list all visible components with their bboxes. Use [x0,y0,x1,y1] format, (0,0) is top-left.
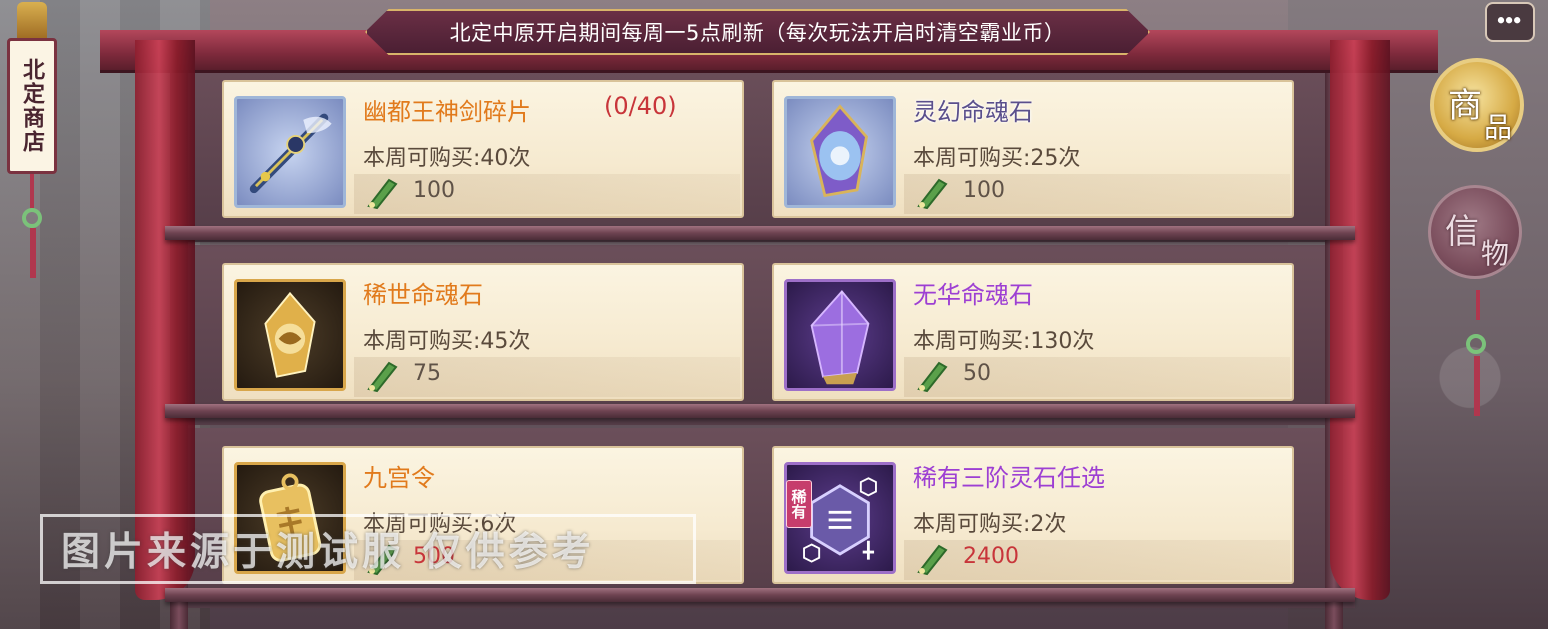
item-price: 50 [963,361,991,386]
shelf-board-2 [165,404,1355,418]
sign-cap-ornament [17,2,47,40]
watermark-overlay: 图片来源于测试服 仅供参考 [40,514,696,584]
item-price: 2400 [963,544,1019,569]
shop-sign-title: 北定商店 [19,58,45,154]
shop-item-card[interactable]: 灵幻命魂石 本周可购买:25次 100 [772,80,1294,218]
item-collect-count: (0/40) [604,92,677,120]
tab-goods-char1: 商 [1448,86,1482,126]
shop-item-card[interactable]: 幽都王神剑碎片 (0/40) 本周可购买:40次 100 [222,80,744,218]
curtain-right [1330,40,1390,600]
tab-tassel [1474,356,1480,416]
item-price: 100 [413,178,455,203]
purple-soul-stone-icon [784,279,896,391]
gold-soul-stone-icon [234,279,346,391]
item-price: 75 [413,361,441,386]
item-name: 幽都王神剑碎片 [363,98,531,126]
price-strip [904,174,1290,214]
blue-soul-stone-icon [784,96,896,208]
jade-ring-ornament [22,208,42,228]
tab-jade-ring-ornament [1466,334,1486,354]
chat-bubble-icon [1497,17,1521,24]
item-name: 灵幻命魂石 [913,98,1033,126]
item-price: 100 [963,178,1005,203]
chat-button[interactable] [1485,2,1535,42]
weekly-purchase-limit: 本周可购买:40次 [363,146,531,171]
jade-token-currency-icon [367,361,398,393]
weekly-purchase-limit: 本周可购买:25次 [913,146,1081,171]
price-strip [904,540,1290,580]
refresh-notice-banner: 北定中原开启期间每周一5点刷新（每次玩法开启时清空霸业币） [365,9,1150,55]
shop-item-card[interactable]: 稀世命魂石 本周可购买:45次 75 [222,263,744,401]
tab-tokens-char2: 物 [1481,237,1510,270]
weekly-purchase-limit: 本周可购买:130次 [913,329,1095,354]
tab-goods-char2: 品 [1484,111,1513,144]
tab-tassel-cord [1476,290,1480,320]
item-name: 无华命魂石 [913,281,1033,309]
tab-tokens[interactable]: 信 物 [1428,185,1522,279]
item-name: 九宫令 [363,464,435,492]
weekly-purchase-limit: 本周可购买:45次 [363,329,531,354]
sign-tassel [30,228,36,278]
sword-fragment-icon [234,96,346,208]
price-strip [354,357,740,397]
item-name: 稀世命魂石 [363,281,483,309]
sign-tassel-cord [30,174,34,210]
tab-goods[interactable]: 商 品 [1430,58,1524,152]
jade-token-currency-icon [917,361,948,393]
price-strip [904,357,1290,397]
shop-item-card[interactable]: 稀有三阶灵石任选 本周可购买:2次 2400 [772,446,1294,584]
jade-token-currency-icon [917,544,948,576]
shop-item-card[interactable]: 无华命魂石 本周可购买:130次 50 [772,263,1294,401]
rare-badge: 稀有 [786,480,812,528]
tab-tokens-char1: 信 [1445,212,1479,252]
shelf-board-3 [165,588,1355,602]
shelf-board-1 [165,226,1355,240]
item-name: 稀有三阶灵石任选 [913,464,1105,492]
jade-token-currency-icon [367,178,398,210]
jade-token-currency-icon [917,178,948,210]
watermark-text: 图片来源于测试服 仅供参考 [61,530,595,575]
shop-sign: 北定商店 [7,38,57,174]
refresh-notice-text: 北定中原开启期间每周一5点刷新（每次玩法开启时清空霸业币） [449,21,1066,45]
price-strip [354,174,740,214]
weekly-purchase-limit: 本周可购买:2次 [913,512,1067,537]
